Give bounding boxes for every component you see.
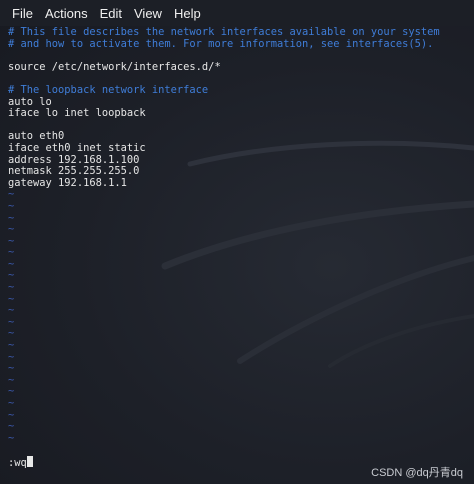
code-line: source /etc/network/interfaces.d/* bbox=[8, 60, 221, 73]
empty-line-marker: ~ bbox=[8, 362, 15, 375]
command-text: :wq bbox=[8, 457, 27, 469]
vim-command-line[interactable]: :wq bbox=[8, 456, 33, 469]
empty-line-marker: ~ bbox=[8, 339, 15, 352]
comment-line: # The loopback network interface bbox=[8, 83, 209, 96]
menu-file[interactable]: File bbox=[6, 3, 39, 24]
empty-line-marker: ~ bbox=[8, 350, 15, 363]
empty-line-marker: ~ bbox=[8, 223, 15, 236]
menu-bar: File Actions Edit View Help bbox=[0, 0, 474, 26]
empty-line-marker: ~ bbox=[8, 327, 15, 340]
menu-view[interactable]: View bbox=[128, 3, 168, 24]
code-line: iface eth0 inet static bbox=[8, 141, 146, 154]
empty-line-marker: ~ bbox=[8, 431, 15, 444]
empty-line-marker: ~ bbox=[8, 188, 15, 201]
csdn-watermark: CSDN @dq丹青dq bbox=[371, 467, 463, 479]
text-cursor bbox=[26, 456, 33, 467]
empty-line-marker: ~ bbox=[8, 211, 15, 224]
comment-line: # This file describes the network interf… bbox=[8, 26, 440, 38]
empty-line-marker: ~ bbox=[8, 385, 15, 398]
empty-line-marker: ~ bbox=[8, 257, 15, 270]
empty-line-marker: ~ bbox=[8, 304, 15, 317]
empty-line-marker: ~ bbox=[8, 292, 15, 305]
empty-line-marker: ~ bbox=[8, 373, 15, 386]
empty-line-marker: ~ bbox=[8, 269, 15, 282]
empty-line-marker: ~ bbox=[8, 281, 15, 294]
menu-actions[interactable]: Actions bbox=[39, 3, 94, 24]
comment-line: # and how to activate them. For more inf… bbox=[8, 37, 434, 50]
menu-edit[interactable]: Edit bbox=[94, 3, 128, 24]
empty-line-marker: ~ bbox=[8, 420, 15, 433]
menu-help[interactable]: Help bbox=[168, 3, 207, 24]
terminal-window: File Actions Edit View Help # This file … bbox=[0, 0, 474, 484]
code-line: gateway 192.168.1.1 bbox=[8, 176, 127, 189]
empty-line-marker: ~ bbox=[8, 315, 15, 328]
code-line: netmask 255.255.255.0 bbox=[8, 165, 140, 178]
empty-line-marker: ~ bbox=[8, 397, 15, 409]
empty-line-marker: ~ bbox=[8, 408, 15, 421]
vim-editor-buffer[interactable]: # This file describes the network interf… bbox=[8, 26, 474, 444]
empty-line-marker: ~ bbox=[8, 234, 15, 247]
empty-line-marker: ~ bbox=[8, 199, 15, 212]
code-line: iface lo inet loopback bbox=[8, 107, 146, 120]
empty-line-marker: ~ bbox=[8, 246, 15, 259]
